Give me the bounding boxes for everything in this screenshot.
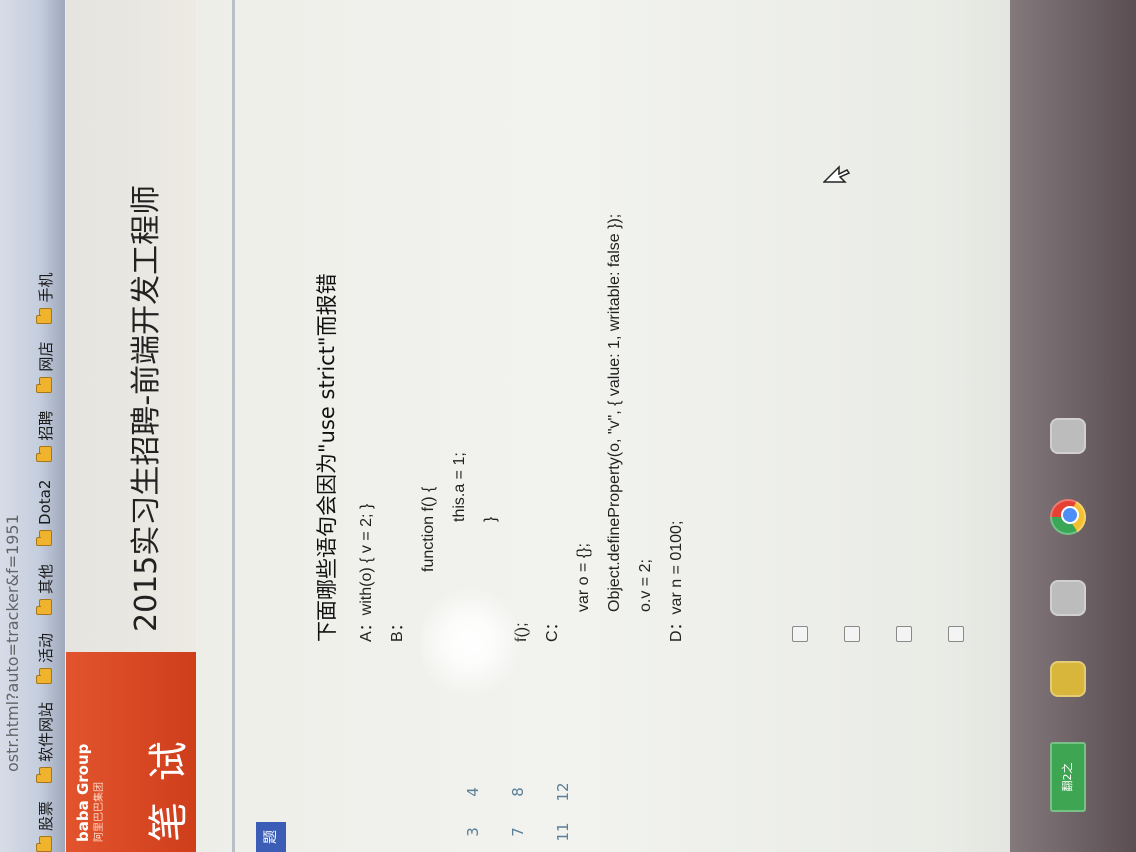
bookmark-label: 网店: [36, 341, 55, 372]
folder-icon: [38, 376, 52, 393]
bookmark-label: 手机: [36, 272, 55, 303]
question-number-grid: 3 4 7 8 11 12: [464, 682, 599, 852]
question-number-row: 34: [464, 682, 482, 852]
browser-screen: ostr.html?auto=tracker&f=1951 股票 软件网站 活动…: [0, 0, 1136, 852]
folder-icon: [38, 766, 52, 783]
option-row[interactable]: [930, 626, 982, 642]
question-number[interactable]: 3: [464, 812, 482, 852]
brand-block: baba Group 阿里巴巴集团 笔 试: [66, 652, 196, 852]
option-a-checkbox[interactable]: [792, 626, 808, 642]
question-number-row: 11 12: [554, 682, 572, 852]
question-code-line: A：with(o) { v = 2; }: [358, 503, 375, 642]
option-row[interactable]: [826, 626, 878, 642]
option-b-checkbox[interactable]: [844, 626, 860, 642]
bookmark-label: 其他: [36, 563, 55, 594]
question-code-line: o.v = 2;: [637, 559, 654, 612]
mouse-cursor-icon: [823, 165, 851, 183]
bookmark-recruiting[interactable]: 招聘: [35, 411, 56, 462]
question-code-line: }: [482, 516, 499, 522]
question-code-line: Object.defineProperty(o, "v", { value: 1…: [606, 213, 623, 612]
bookmark-online-store[interactable]: 网店: [35, 342, 56, 393]
photo-frame: ostr.html?auto=tracker&f=1951 股票 软件网站 活动…: [0, 0, 1136, 852]
taskbar-app-green[interactable]: 翻2之: [1050, 742, 1086, 812]
bookmark-stocks[interactable]: 股票: [35, 801, 56, 852]
taskbar: 翻2之: [1010, 0, 1136, 852]
bookmark-label: Dota2: [36, 479, 54, 525]
question-number[interactable]: 11: [554, 812, 572, 852]
folder-icon: [38, 598, 52, 615]
bookmark-mobile[interactable]: 手机: [35, 273, 56, 324]
question-number[interactable]: 4: [464, 772, 482, 812]
brand-subtitle: 阿里巴巴集团: [94, 782, 105, 842]
question-code-line: B：: [389, 615, 406, 642]
url-fragment: ostr.html?auto=tracker&f=1951: [3, 514, 22, 772]
folder-icon: [38, 445, 52, 462]
bookmark-bar: ostr.html?auto=tracker&f=1951 股票 软件网站 活动…: [0, 0, 65, 852]
option-row[interactable]: [878, 626, 930, 642]
divider: [232, 0, 235, 852]
taskbar-app-icon[interactable]: [1050, 580, 1086, 616]
folder-icon: [38, 836, 52, 852]
chrome-icon[interactable]: [1050, 499, 1086, 535]
bookmark-label: 软件网站: [36, 701, 55, 762]
taskbar-app-icon[interactable]: [1050, 418, 1086, 454]
taskbar-app-icon[interactable]: [1050, 661, 1086, 697]
question-code-line: D：var n = 0100;: [668, 520, 685, 642]
question-nav-tab[interactable]: 题: [256, 822, 286, 852]
bookmark-strip: 股票 软件网站 活动 其他 Dota2 招聘 网店 手机: [30, 255, 60, 852]
option-c-checkbox[interactable]: [896, 626, 912, 642]
bookmark-other[interactable]: 其他: [35, 564, 56, 615]
bookmark-label: 招聘: [36, 410, 55, 441]
bookmark-label: 股票: [36, 800, 55, 831]
question-code-line: function f() {: [420, 486, 437, 572]
question-code-line: f();: [513, 622, 530, 642]
question-stem: 下面哪些语句会因为"use strict"而报错: [315, 273, 339, 642]
question-number-row: 78: [509, 682, 527, 852]
question-number[interactable]: 7: [509, 812, 527, 852]
screen-glare: [420, 582, 520, 702]
section-title: 笔 试: [146, 737, 192, 842]
bookmark-label: 活动: [36, 632, 55, 663]
question-number[interactable]: 12: [554, 772, 572, 812]
bookmark-dota2[interactable]: Dota2: [36, 480, 54, 546]
question-block: 下面哪些语句会因为"use strict"而报错 A：with(o) { v =…: [311, 2, 692, 642]
answer-options: [774, 626, 982, 642]
question-code-line: C：: [544, 614, 561, 642]
bookmark-events[interactable]: 活动: [35, 633, 56, 684]
question-code-line: this.a = 1;: [451, 452, 468, 522]
option-d-checkbox[interactable]: [948, 626, 964, 642]
page-title: 2015实习生招聘-前端开发工程师: [129, 184, 164, 632]
page-header: baba Group 阿里巴巴集团 笔 试 2015实习生招聘-前端开发工程师: [66, 0, 196, 852]
question-code: A：with(o) { v = 2; } B： function f() { this…: [351, 2, 692, 642]
bookmark-software-sites[interactable]: 软件网站: [35, 702, 56, 783]
folder-icon: [38, 307, 52, 324]
folder-icon: [38, 667, 52, 684]
taskbar-icons: 翻2之: [1050, 373, 1086, 812]
folder-icon: [38, 529, 52, 546]
option-row[interactable]: [774, 626, 826, 642]
question-area: 题 3 4 7 8 11 12 下面哪些语句会因为"use strict"而报错 A：wi…: [196, 0, 1136, 852]
question-number[interactable]: 8: [509, 772, 527, 812]
question-code-line: var o = {};: [575, 543, 592, 612]
